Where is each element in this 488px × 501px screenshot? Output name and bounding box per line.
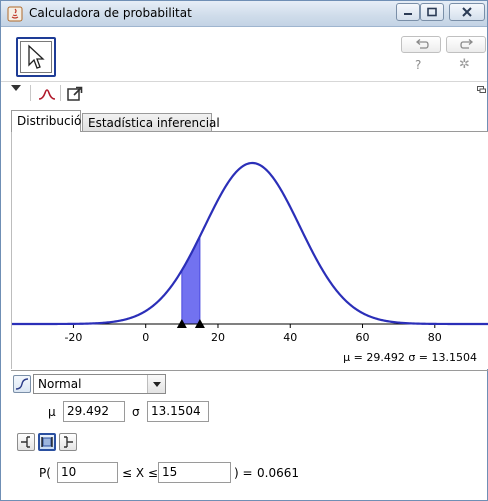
density-curve [12,161,488,326]
panel-separator [11,370,488,371]
redo-button[interactable] [446,36,486,53]
window-title: Calculadora de probabilitat [29,6,192,20]
interval-button[interactable] [38,433,56,451]
minimize-button[interactable] [396,3,420,21]
lower-bound-input[interactable]: 10 [57,462,118,483]
x-tick-label: -20 [64,331,82,344]
move-tool-button[interactable] [16,37,56,77]
mean-input[interactable]: 29.492 [63,401,125,422]
probability-inequality: ≤ X ≤ [122,466,158,480]
mean-label: μ [48,405,56,419]
toolbar-divider [60,85,61,101]
menu-dropdown-icon[interactable] [11,85,21,91]
undo-icon [415,39,429,49]
undo-button[interactable] [401,36,441,53]
title-bar[interactable]: Calculadora de probabilitat [1,1,487,27]
interval-bracket-icon [41,437,53,447]
maximize-icon [427,7,437,17]
distribution-plot[interactable]: -20 0 20 40 60 80 μ = 29.492 σ = 13.1504 [11,131,488,369]
shaded-probability-area [181,236,200,324]
right-bracket-icon [64,436,73,448]
x-tick-label: 80 [428,331,442,344]
dock-panel-icon[interactable] [477,86,486,93]
probability-result: 0.0661 [257,466,299,480]
probability-prefix: P( [39,466,51,480]
density-chart: -20 0 20 40 60 80 μ = 29.492 σ = 13.1504 [12,161,488,364]
normal-curve-icon[interactable] [37,85,57,103]
x-tick-label: 0 [142,331,149,344]
minimize-icon [404,13,412,15]
distribution-selected-value: Normal [38,377,82,391]
close-button[interactable] [449,3,485,21]
export-icon[interactable] [66,85,84,103]
tab-inferential-statistics[interactable]: Estadística inferencial [82,113,220,132]
cumulative-curve-icon [15,378,29,390]
chevron-down-icon [147,375,165,393]
redo-icon [460,39,474,49]
java-app-icon [7,6,23,22]
x-tick-label: 20 [211,331,225,344]
maximize-button[interactable] [420,3,444,21]
probability-equals: ) = [234,466,253,480]
right-sided-button[interactable] [59,433,77,451]
left-sided-button[interactable] [17,433,35,451]
x-tick-label: 60 [356,331,370,344]
sd-label: σ [132,405,140,419]
settings-gear-icon[interactable]: ✲ [459,57,470,72]
sd-input[interactable]: 13.1504 [147,401,209,422]
distribution-dropdown[interactable]: Normal [33,374,166,394]
help-icon[interactable]: ? [415,58,421,72]
probability-calculator-window: Calculadora de probabilitat ? ✲ Distribu… [0,0,488,501]
tab-distribution[interactable]: Distribució [11,110,81,132]
stats-label: μ = 29.492 σ = 13.1504 [343,351,477,364]
upper-bound-input[interactable]: 15 [158,462,231,483]
toolbar-separator [1,81,487,82]
toolbar-divider [30,85,31,101]
cumulative-toggle-button[interactable] [13,375,31,393]
x-tick-label: 40 [283,331,297,344]
left-bracket-icon [21,436,30,448]
close-icon [462,7,472,17]
arrow-pointer-icon [28,44,45,69]
